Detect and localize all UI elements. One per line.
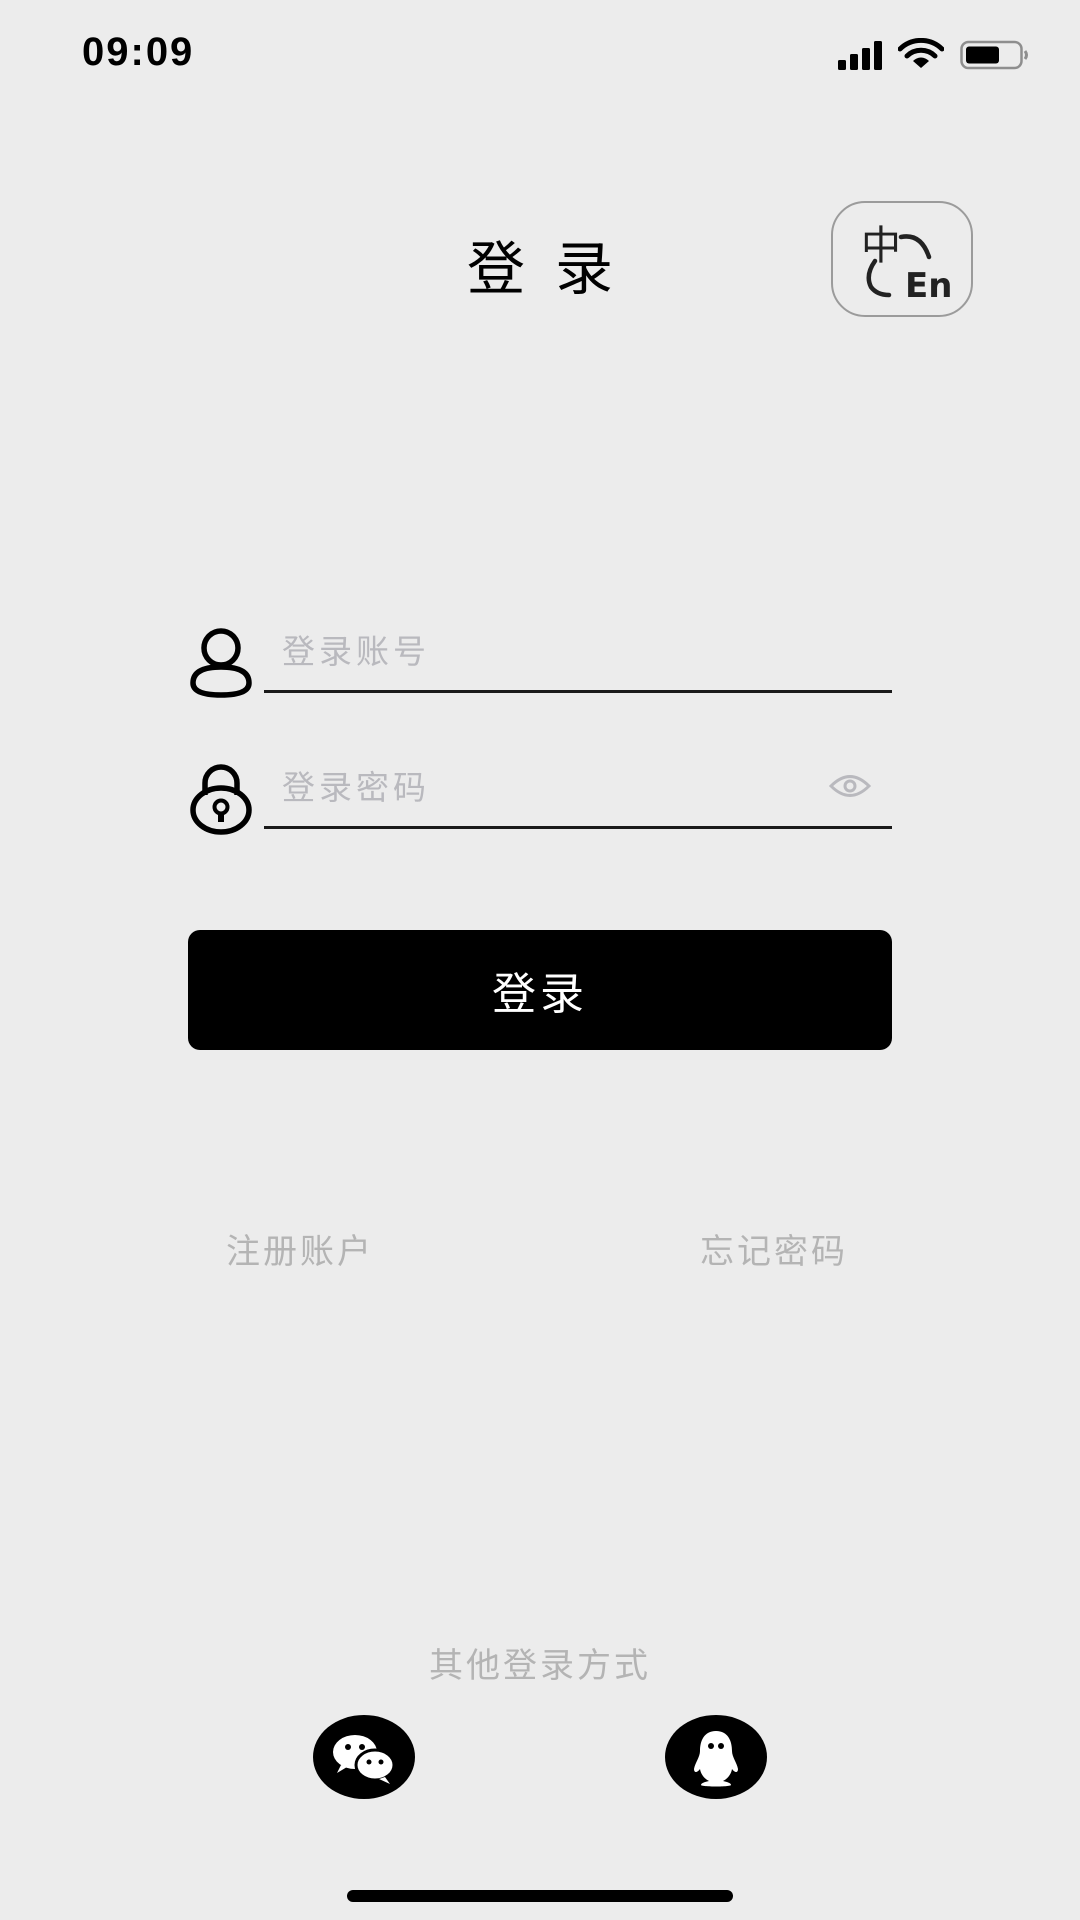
language-toggle-button[interactable]: 中 En <box>831 201 973 317</box>
language-zh-glyph: 中 <box>861 223 901 269</box>
lock-icon <box>190 764 252 835</box>
user-icon <box>190 628 252 698</box>
battery-icon <box>960 40 1028 70</box>
qq-icon <box>694 1731 738 1787</box>
forgot-password-link[interactable]: 忘记密码 <box>700 1224 848 1273</box>
account-input[interactable] <box>264 613 892 693</box>
other-login-label: 其他登录方式 <box>429 1646 651 1686</box>
eye-icon[interactable] <box>828 771 872 801</box>
signal-icon <box>838 41 882 70</box>
register-link[interactable]: 注册账户 <box>226 1224 374 1273</box>
language-en-glyph: En <box>905 266 952 305</box>
status-bar: 09:09 <box>0 0 1080 110</box>
chinese-english-switch-icon: 中 En <box>861 223 952 305</box>
password-field <box>188 749 892 839</box>
password-input[interactable] <box>264 749 892 829</box>
wifi-icon <box>898 38 944 68</box>
account-field <box>188 613 892 703</box>
qq-login-button[interactable] <box>665 1715 767 1799</box>
wechat-login-button[interactable] <box>313 1715 415 1799</box>
status-time: 09:09 <box>82 30 195 74</box>
wechat-icon <box>333 1735 396 1784</box>
home-indicator[interactable] <box>347 1890 733 1902</box>
login-button[interactable]: 登录 <box>188 930 892 1050</box>
